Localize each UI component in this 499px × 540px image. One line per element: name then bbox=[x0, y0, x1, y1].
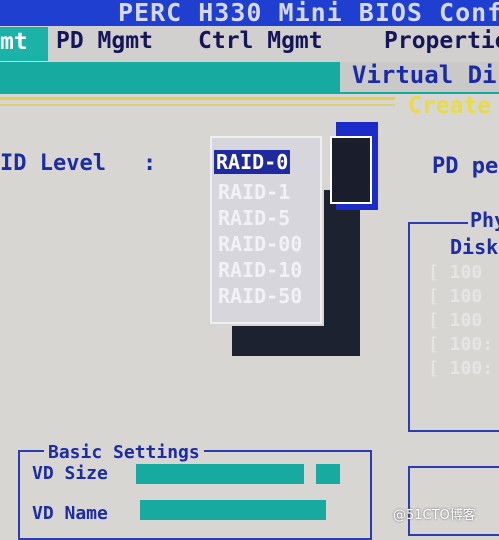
menu-pd-mgmt[interactable]: PD Mgmt bbox=[56, 28, 153, 54]
divider-line bbox=[0, 97, 395, 100]
disk-column-header: Disk bbox=[450, 235, 499, 259]
vd-size-label: VD Size bbox=[32, 463, 108, 484]
create-new-vd-label: Create bbox=[408, 93, 492, 119]
virtual-disk-tab: Virtual Di bbox=[352, 61, 497, 89]
menu-ctrl-mgmt[interactable]: Ctrl Mgmt bbox=[198, 28, 323, 54]
raid-option-raid-10[interactable]: RAID-10 bbox=[218, 258, 302, 282]
disk-row[interactable]: [ 100 bbox=[428, 262, 482, 283]
raid-option-raid-5[interactable]: RAID-5 bbox=[218, 206, 290, 230]
dropdown-scroll-thumb[interactable] bbox=[330, 136, 372, 204]
raid-option-raid-0[interactable]: RAID-0 bbox=[214, 150, 291, 174]
physical-disks-label: Phy bbox=[468, 208, 499, 232]
raid-option-raid-00[interactable]: RAID-00 bbox=[218, 232, 302, 256]
disk-row[interactable]: [ 100: bbox=[428, 358, 493, 379]
disk-row[interactable]: [ 100 bbox=[428, 310, 482, 331]
vd-name-label: VD Name bbox=[32, 503, 108, 524]
pd-per-span-label: PD pe bbox=[432, 154, 499, 179]
divider-line bbox=[0, 104, 395, 106]
advanced-settings-panel bbox=[408, 466, 499, 536]
raid-option-raid-1[interactable]: RAID-1 bbox=[218, 180, 290, 204]
vd-size-unit-selector[interactable] bbox=[316, 464, 340, 484]
dropdown-shadow bbox=[232, 326, 360, 356]
raid-level-label: ID Level bbox=[0, 151, 106, 176]
watermark: @51CTO博客 bbox=[393, 508, 476, 523]
vd-size-field[interactable] bbox=[136, 464, 304, 484]
basic-settings-label: Basic Settings bbox=[44, 442, 204, 463]
disk-row[interactable]: [ 100: bbox=[428, 334, 493, 355]
raid-level-colon: : bbox=[143, 151, 157, 176]
app-title: PERC H330 Mini BIOS Conf bbox=[118, 0, 499, 27]
menu-vd-mgmt[interactable]: mt bbox=[0, 29, 28, 55]
vd-name-field[interactable] bbox=[140, 500, 326, 520]
menu-properties[interactable]: Propertie bbox=[384, 28, 499, 54]
disk-row[interactable]: [ 100 bbox=[428, 286, 482, 307]
raid-option-raid-50[interactable]: RAID-50 bbox=[218, 284, 302, 308]
